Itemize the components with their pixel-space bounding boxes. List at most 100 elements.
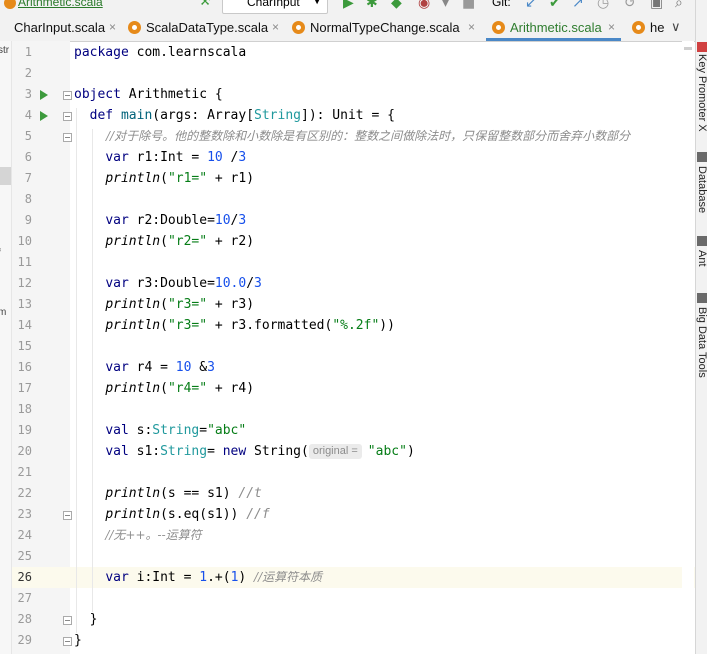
scala-file-icon — [492, 21, 505, 34]
line-number[interactable]: 26 — [12, 567, 32, 588]
project-tree-selection — [0, 167, 11, 185]
tab-he[interactable]: he — [632, 14, 672, 41]
code-line-10: println("r2=" + r2) — [105, 234, 255, 249]
code-line-16: var r4 = 10 &3 — [105, 360, 215, 375]
code-line-19: val s:String="abc" — [105, 423, 247, 438]
inspection-marker[interactable] — [684, 47, 692, 50]
run-object-icon[interactable] — [40, 90, 48, 100]
fold-icon[interactable] — [63, 616, 72, 625]
search-icon[interactable]: ⌕ — [675, 0, 683, 11]
git-push-icon[interactable]: ↗ — [572, 0, 584, 11]
code-line-23: println(s.eq(s1)) //f — [105, 507, 270, 522]
scala-file-icon — [4, 0, 16, 9]
tool-database[interactable]: Database — [696, 166, 707, 213]
tool-ant[interactable]: Ant — [696, 250, 707, 267]
debug-icon[interactable]: ✱ — [366, 0, 378, 11]
fold-icon[interactable] — [63, 637, 72, 646]
line-number[interactable]: 15 — [12, 336, 32, 357]
project-tree-fragment: m — [0, 307, 6, 318]
tab-label: CharInput.scala — [14, 20, 106, 35]
project-tree-fragment: f — [0, 248, 1, 259]
close-icon[interactable]: × — [468, 20, 475, 34]
line-number[interactable]: 24 — [12, 525, 32, 546]
tool-key-promoter[interactable]: Key Promoter X — [696, 54, 707, 132]
code-line-17: println("r4=" + r4) — [105, 381, 255, 396]
run-config-dropdown[interactable]: CharInput ▼ — [222, 0, 328, 14]
git-update-icon[interactable]: ↙ — [525, 0, 537, 11]
line-number[interactable]: 4 — [12, 105, 32, 126]
project-tree-fragment: str — [0, 45, 10, 56]
scala-file-icon — [292, 21, 305, 34]
coverage-icon[interactable]: ◆ — [391, 0, 402, 11]
history-icon[interactable]: ◷ — [597, 0, 609, 11]
code-line-22: println(s == s1) //t — [105, 486, 262, 501]
settings-icon[interactable]: ▣ — [650, 0, 663, 11]
line-number[interactable]: 8 — [12, 189, 32, 210]
line-number[interactable]: 7 — [12, 168, 32, 189]
line-number[interactable]: 5 — [12, 126, 32, 147]
tab-scaladatatype[interactable]: ScalaDataType.scala × — [128, 14, 283, 41]
git-label: Git: — [492, 0, 511, 9]
line-number[interactable]: 11 — [12, 252, 32, 273]
code-line-24: //无++。--运算符 — [105, 528, 202, 542]
line-number[interactable]: 25 — [12, 546, 32, 567]
breadcrumb[interactable]: Arithmetic.scala — [18, 0, 103, 9]
line-number[interactable]: 29 — [12, 630, 32, 651]
close-icon[interactable]: × — [608, 20, 615, 34]
rollback-icon[interactable]: ↺ — [624, 0, 636, 11]
error-stripe[interactable] — [682, 41, 694, 654]
build-hammer-icon[interactable]: ⚒ — [199, 0, 211, 9]
editor-tab-bar: CharInput.scala × ScalaDataType.scala × … — [0, 14, 695, 42]
tab-label: ScalaDataType.scala — [146, 20, 269, 35]
line-number[interactable]: 23 — [12, 504, 32, 525]
code-line-26: var i:Int = 1.+(1) //运算符本质 — [105, 570, 323, 585]
line-number[interactable]: 28 — [12, 609, 32, 630]
line-number[interactable]: 12 — [12, 273, 32, 294]
toolbar: Arithmetic.scala ⚒ CharInput ▼ ▶ ✱ ◆ ◉ ▾… — [0, 0, 707, 14]
scala-file-icon — [632, 21, 645, 34]
line-number[interactable]: 21 — [12, 462, 32, 483]
line-number[interactable]: 2 — [12, 63, 32, 84]
tool-big-data-tools[interactable]: Big Data Tools — [696, 307, 707, 378]
code-line-4: def main(args: Array[String]): Unit = { — [89, 108, 395, 123]
profile-icon[interactable]: ◉ — [418, 0, 430, 11]
line-number[interactable]: 27 — [12, 588, 32, 609]
tab-arithmetic[interactable]: Arithmetic.scala × — [492, 14, 622, 41]
tab-list-chevron-icon[interactable]: ∨ — [671, 20, 681, 35]
line-number[interactable]: 13 — [12, 294, 32, 315]
code-line-28: } — [89, 612, 98, 627]
active-tab-indicator — [486, 38, 621, 41]
tab-charinput[interactable]: CharInput.scala × — [0, 14, 120, 41]
chevron-down-icon[interactable]: ▾ — [442, 0, 449, 11]
line-number[interactable]: 22 — [12, 483, 32, 504]
run-icon[interactable]: ▶ — [343, 0, 354, 11]
close-icon[interactable]: × — [272, 20, 279, 34]
tab-normaltypechange[interactable]: NormalTypeChange.scala × — [292, 14, 480, 41]
git-commit-icon[interactable]: ✔ — [549, 0, 561, 11]
stop-icon[interactable]: ■ — [462, 0, 475, 11]
line-number[interactable]: 10 — [12, 231, 32, 252]
code-line-5: //对于除号。他的整数除和小数除是有区别的：整数之间做除法时，只保留整数部分而舍… — [106, 129, 631, 143]
code-line-7: println("r1=" + r1) — [105, 171, 255, 186]
fold-icon[interactable] — [63, 91, 72, 100]
fold-icon[interactable] — [63, 511, 72, 520]
ant-icon — [697, 236, 707, 246]
line-number[interactable]: 3 — [12, 84, 32, 105]
code-line-6: var r1:Int = 10 /3 — [105, 150, 247, 165]
line-number[interactable]: 16 — [12, 357, 32, 378]
line-number[interactable]: 19 — [12, 420, 32, 441]
line-number[interactable]: 6 — [12, 147, 32, 168]
line-number[interactable]: 1 — [12, 42, 32, 63]
line-number[interactable]: 17 — [12, 378, 32, 399]
fold-icon[interactable] — [63, 133, 72, 142]
project-panel-edge[interactable]: str f m — [0, 41, 12, 654]
run-main-icon[interactable] — [40, 111, 48, 121]
fold-icon[interactable] — [63, 112, 72, 121]
line-number[interactable]: 18 — [12, 399, 32, 420]
line-number[interactable]: 14 — [12, 315, 32, 336]
line-number[interactable]: 20 — [12, 441, 32, 462]
close-icon[interactable]: × — [109, 20, 116, 34]
database-icon — [697, 152, 707, 162]
tab-label: Arithmetic.scala — [510, 20, 602, 35]
line-number[interactable]: 9 — [12, 210, 32, 231]
